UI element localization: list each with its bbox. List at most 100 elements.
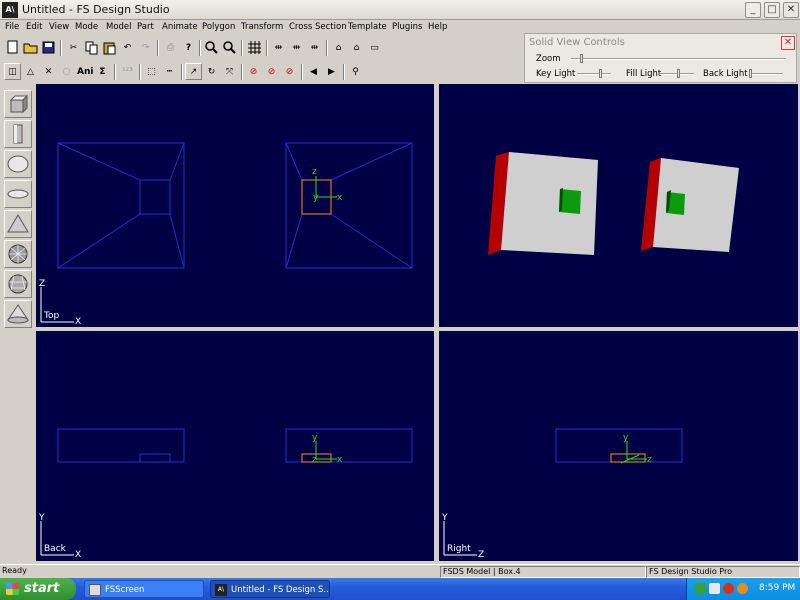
cube-icon[interactable] bbox=[4, 90, 32, 118]
key-light-label: Key Light bbox=[536, 69, 576, 79]
zoom-slider[interactable] bbox=[571, 58, 786, 60]
fill-light-slider-thumb[interactable] bbox=[676, 69, 680, 78]
gizmo-z: z bbox=[647, 455, 652, 465]
redo-icon[interactable]: ↷ bbox=[137, 39, 154, 56]
network-icon[interactable] bbox=[695, 583, 706, 594]
close-button[interactable]: ✕ bbox=[783, 2, 799, 18]
menu-part[interactable]: Part bbox=[137, 22, 154, 32]
print-icon[interactable]: ⎙ bbox=[162, 39, 179, 56]
menu-cross-section[interactable]: Cross Section bbox=[289, 22, 347, 32]
sphere-icon[interactable] bbox=[4, 150, 32, 178]
main-toolbar: ✂ ↶ ↷ ⎙ ? ⇹ ⇹ ⇹ ⌂ ⌂ ▭ bbox=[0, 36, 520, 60]
fill-light-label: Fill Light bbox=[626, 69, 662, 79]
update-icon[interactable] bbox=[737, 583, 748, 594]
window-title: Untitled - FS Design Studio bbox=[22, 3, 170, 16]
gizmo-z: z bbox=[312, 167, 317, 177]
scale-z-icon[interactable]: ⇹ bbox=[306, 39, 323, 56]
menu-template[interactable]: Template bbox=[348, 22, 387, 32]
key-light-slider-thumb[interactable] bbox=[598, 69, 602, 78]
select-region-icon[interactable]: ⬚ bbox=[143, 63, 160, 80]
cut-icon[interactable]: ✂ bbox=[65, 39, 82, 56]
select-line-icon[interactable]: ┅ bbox=[161, 63, 178, 80]
volume-icon[interactable] bbox=[709, 583, 720, 594]
solid-view-icon[interactable]: ⌂ bbox=[330, 39, 347, 56]
undo-icon[interactable]: ↶ bbox=[119, 39, 136, 56]
texture-icon[interactable]: ▭ bbox=[366, 39, 383, 56]
cylinder-icon[interactable] bbox=[4, 120, 32, 148]
faceted-sphere-icon[interactable] bbox=[4, 270, 32, 298]
copy-icon[interactable] bbox=[83, 39, 100, 56]
cone-icon[interactable] bbox=[4, 300, 32, 328]
antivirus-icon[interactable] bbox=[723, 583, 734, 594]
axis-horizontal-label: Z bbox=[478, 550, 484, 560]
taskbar-item-fsds[interactable]: A\ Untitled - FS Design S... bbox=[210, 580, 330, 598]
menu-polygon[interactable]: Polygon bbox=[202, 22, 235, 32]
paste-icon[interactable] bbox=[101, 39, 118, 56]
viewport-label: Top bbox=[43, 311, 59, 321]
move-icon[interactable]: ↗ bbox=[185, 63, 202, 80]
maximize-button[interactable]: □ bbox=[764, 2, 780, 18]
menu-view[interactable]: View bbox=[49, 22, 69, 32]
cross-icon[interactable]: ✕ bbox=[40, 63, 57, 80]
binoculars-icon[interactable]: ⚲ bbox=[347, 63, 364, 80]
back-light-slider[interactable] bbox=[749, 73, 783, 75]
menu-plugins[interactable]: Plugins bbox=[392, 22, 422, 32]
axis-vertical-label: Z bbox=[39, 279, 45, 289]
next-frame-icon[interactable]: ▶ bbox=[323, 63, 340, 80]
back-viewport[interactable]: x y z Y X Back bbox=[36, 331, 434, 561]
numeric-icon[interactable]: ¹²³ bbox=[119, 63, 136, 80]
close-icon[interactable]: ✕ bbox=[781, 36, 795, 50]
animate-button[interactable]: Ani bbox=[76, 63, 93, 80]
tools-toolbar: ◫ △ ✕ ○ Ani Σ ¹²³ ⬚ ┅ ↗ ↻ ⤧ ⊘ ⊘ ⊘ ◀ ▶ ⚲ bbox=[0, 60, 520, 84]
geosphere-icon[interactable] bbox=[4, 240, 32, 268]
menu-transform[interactable]: Transform bbox=[241, 22, 283, 32]
disc-icon[interactable] bbox=[4, 180, 32, 208]
viewport-label: Back bbox=[44, 544, 67, 554]
start-button[interactable]: start bbox=[0, 578, 76, 600]
save-icon[interactable] bbox=[40, 39, 57, 56]
gizmo-x: x bbox=[337, 455, 343, 465]
menu-edit[interactable]: Edit bbox=[26, 22, 42, 32]
menu-mode[interactable]: Mode bbox=[75, 22, 98, 32]
windows-taskbar: start FSScreen A\ Untitled - FS Design S… bbox=[0, 578, 800, 600]
system-tray: 8:59 PM bbox=[686, 578, 800, 600]
zoom-in-icon[interactable] bbox=[203, 39, 220, 56]
rotate-icon[interactable]: ↻ bbox=[203, 63, 220, 80]
status-text: Ready bbox=[2, 566, 27, 575]
menu-animate[interactable]: Animate bbox=[162, 22, 198, 32]
new-icon[interactable] bbox=[4, 39, 21, 56]
no-rotate-icon[interactable]: ⊘ bbox=[263, 63, 280, 80]
back-light-slider-thumb[interactable] bbox=[748, 69, 752, 78]
scale-x-icon[interactable]: ⇹ bbox=[270, 39, 287, 56]
triangle-icon[interactable]: △ bbox=[22, 63, 39, 80]
minimize-button[interactable]: _ bbox=[745, 2, 761, 18]
menu-model[interactable]: Model bbox=[106, 22, 132, 32]
gizmo-z: z bbox=[312, 455, 317, 465]
top-viewport[interactable]: x z y Z X Top bbox=[36, 84, 434, 327]
previous-frame-icon[interactable]: ◀ bbox=[305, 63, 322, 80]
house-icon[interactable]: ⌂ bbox=[348, 39, 365, 56]
no-scale-icon[interactable]: ⊘ bbox=[281, 63, 298, 80]
menu-file[interactable]: File bbox=[5, 22, 19, 32]
key-light-slider[interactable] bbox=[577, 73, 611, 75]
scale-icon[interactable]: ⤧ bbox=[221, 63, 238, 80]
fsds-logo-icon[interactable]: A\ bbox=[2, 2, 18, 18]
taskbar-item-fsscreen[interactable]: FSScreen bbox=[84, 580, 204, 598]
pyramid-icon[interactable] bbox=[4, 210, 32, 238]
open-icon[interactable] bbox=[22, 39, 39, 56]
gizmo-y: y bbox=[313, 193, 319, 203]
scale-y-icon[interactable]: ⇹ bbox=[288, 39, 305, 56]
solid-viewport[interactable] bbox=[439, 84, 798, 327]
zoom-slider-thumb[interactable] bbox=[579, 54, 583, 63]
clock: 8:59 PM bbox=[759, 583, 796, 593]
right-viewport[interactable]: z y Y Z Right bbox=[439, 331, 798, 561]
grid-icon[interactable] bbox=[246, 39, 263, 56]
zoom-out-icon[interactable] bbox=[221, 39, 238, 56]
select-face-icon[interactable]: ◫ bbox=[4, 63, 21, 80]
solid-view-controls-panel: Solid View Controls ✕ Zoom Key Light Fil… bbox=[524, 33, 797, 83]
no-move-icon[interactable]: ⊘ bbox=[245, 63, 262, 80]
menu-help[interactable]: Help bbox=[428, 22, 447, 32]
help-icon[interactable]: ? bbox=[180, 39, 197, 56]
circle-icon[interactable]: ○ bbox=[58, 63, 75, 80]
sigma-button[interactable]: Σ bbox=[94, 63, 111, 80]
